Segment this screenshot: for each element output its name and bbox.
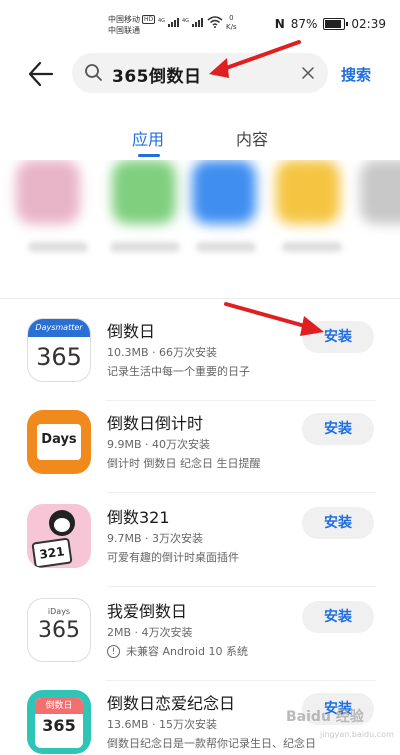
carrier-1: 中国移动 — [108, 15, 140, 24]
app-meta: 13.6MB · 15万次安装 — [107, 718, 218, 731]
app-description: 可爱有趣的倒计时桌面插件 — [107, 551, 239, 564]
app-description: 倒数日纪念日是一款帮你记录生日、纪念日 — [107, 737, 316, 750]
svg-text:4G: 4G — [158, 18, 165, 24]
status-bar: 中国移动 HD 中国联通 4G 4G 0 K/s N 87% 02:39 — [0, 0, 400, 46]
hd-badge: HD — [142, 15, 156, 24]
app-icon-daysmatter: Daysmatter 365 — [27, 318, 91, 382]
wifi-icon — [207, 16, 223, 28]
app-icon-love-anniversary: 倒数日 365 — [27, 690, 91, 754]
signal-icon-2: 4G — [182, 18, 203, 27]
app-icon-idays: iDays 365 — [27, 598, 91, 662]
warning-icon: ! — [107, 644, 120, 658]
list-item[interactable]: Daysmatter 365 倒数日 10.3MB · 66万次安装 记录生活中… — [0, 318, 400, 413]
app-icon-days-countdown: Days — [27, 410, 91, 474]
battery-icon — [323, 18, 349, 30]
app-meta: 10.3MB · 66万次安装 — [107, 346, 218, 359]
watermark-url: jingyan.baidu.com — [320, 730, 394, 739]
app-name: 倒数321 — [107, 508, 170, 527]
install-button[interactable]: 安装 — [302, 507, 374, 539]
carrier-info: 中国移动 HD 中国联通 — [108, 14, 156, 36]
search-icon — [85, 64, 102, 81]
compatibility-warning: ! 未兼容 Android 10 系统 — [107, 643, 248, 659]
search-button[interactable]: 搜索 — [341, 64, 371, 85]
blurred-app-icon — [192, 160, 256, 224]
blurred-recommendations — [0, 160, 400, 300]
blurred-app-icon — [276, 160, 340, 224]
back-arrow-icon[interactable] — [26, 60, 54, 88]
app-name: 倒数日恋爱纪念日 — [107, 694, 236, 713]
svg-text:4G: 4G — [182, 18, 189, 24]
watermark: Baidu 经验 — [286, 709, 364, 725]
tab-apps[interactable]: 应用 — [132, 126, 164, 150]
app-name: 倒数日倒计时 — [107, 414, 204, 433]
search-input[interactable]: 365倒数日 — [112, 62, 202, 87]
status-right: N 87% 02:39 — [275, 17, 386, 31]
carrier-2: 中国联通 — [108, 26, 140, 35]
battery-percent: 87% — [290, 17, 318, 31]
blurred-app-icon — [112, 160, 176, 224]
app-meta: 2MB · 4万次安装 — [107, 626, 193, 639]
install-button[interactable]: 安装 — [302, 601, 374, 633]
app-meta: 9.9MB · 40万次安装 — [107, 438, 211, 451]
app-description: 倒计时 倒数日 纪念日 生日提醒 — [107, 457, 261, 470]
signal-icon: 4G — [158, 18, 179, 27]
nfc-icon: N — [274, 17, 285, 31]
install-button[interactable]: 安装 — [302, 413, 374, 445]
app-icon-countdown-321: 321 — [27, 504, 91, 568]
app-description: 记录生活中每一个重要的日子 — [107, 365, 250, 378]
list-item[interactable]: Days 倒数日倒计时 9.9MB · 40万次安装 倒计时 倒数日 纪念日 生… — [0, 410, 400, 505]
tab-content[interactable]: 内容 — [236, 126, 268, 150]
app-name: 我爱倒数日 — [107, 602, 188, 621]
install-button[interactable]: 安装 — [302, 321, 374, 353]
tab-indicator — [138, 154, 160, 157]
app-meta: 9.7MB · 3万次安装 — [107, 532, 204, 545]
list-item[interactable]: iDays 365 我爱倒数日 2MB · 4万次安装 ! 未兼容 Androi… — [0, 598, 400, 693]
net-speed: 0 K/s — [226, 14, 237, 31]
app-name: 倒数日 — [107, 322, 156, 341]
search-box[interactable]: 365倒数日 — [72, 53, 328, 93]
blurred-app-icon — [360, 160, 400, 224]
clock: 02:39 — [351, 17, 386, 31]
clear-icon[interactable] — [300, 65, 316, 81]
list-item[interactable]: 321 倒数321 9.7MB · 3万次安装 可爱有趣的倒计时桌面插件 安装 — [0, 504, 400, 599]
blurred-app-icon — [16, 160, 80, 224]
